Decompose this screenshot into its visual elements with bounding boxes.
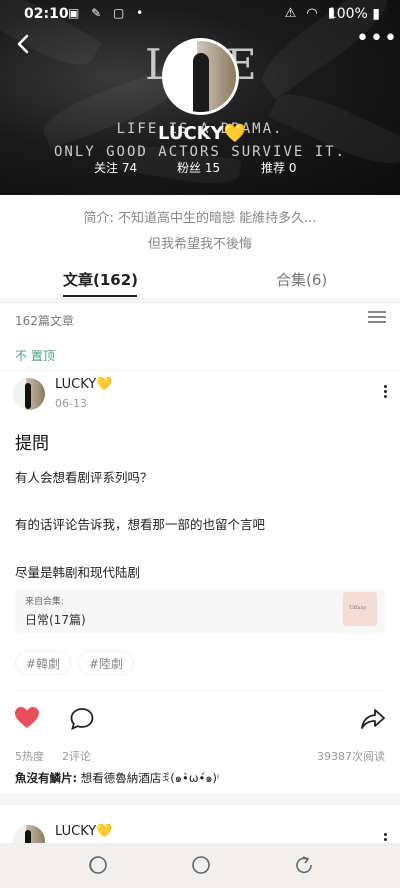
bio-text: 简介: 不知道高中生的暗戀 能維持多久... <box>83 211 317 226</box>
post-author[interactable]: LUCKY💛 <box>55 377 112 392</box>
comment-icon[interactable] <box>70 707 94 731</box>
top-comment-text: 想看德魯納酒店ꉂ(๑•̀ω•́๑)ᵎ <box>77 771 220 785</box>
collection-link[interactable]: 来自合集: 日常(17篇) Tiffany <box>15 589 385 633</box>
bio-section: 简介: 不知道高中生的暗戀 能維持多久... 但我希望我不後悔 文章(162) … <box>0 195 400 298</box>
back-nav-icon[interactable] <box>293 853 317 877</box>
notification-icons: ▣ ✎ ▢ • <box>68 6 148 20</box>
top-comment[interactable]: 魚沒有鱗片: 想看德魯納酒店ꉂ(๑•̀ω•́๑)ᵎ <box>15 770 219 788</box>
heart-icon[interactable] <box>14 706 40 730</box>
system-nav-bar <box>0 843 400 888</box>
article-list-header: 162篇文章 不 置顶 <box>0 302 400 371</box>
yellow-heart-icon: 💛 <box>96 824 113 839</box>
post-date: 06-13 <box>55 397 87 410</box>
collection-from-label: 来自合集: <box>25 597 65 607</box>
tag-chinese-drama[interactable]: #陸劇 <box>78 651 135 675</box>
author-avatar[interactable] <box>13 378 45 410</box>
share-icon[interactable] <box>360 707 386 731</box>
read-count: 39387次阅读 <box>317 750 385 763</box>
divider <box>15 690 385 691</box>
stat-followers[interactable]: 粉丝 15 <box>177 159 220 176</box>
collection-thumbnail: Tiffany <box>343 592 377 626</box>
post-card[interactable]: LUCKY💛 06-13 提問 有人会想看剧评系列吗？ 有的话评论告诉我，想看那… <box>0 371 400 794</box>
yellow-heart-icon: 💛 <box>96 377 113 392</box>
stat-recommend[interactable]: 推荐 0 <box>261 159 296 176</box>
yellow-heart-icon: 💛 <box>223 123 247 144</box>
bio-text-2: 但我希望我不後悔 <box>147 237 252 252</box>
slogan-line-2: ONLY GOOD ACTORS SURVIVE IT. <box>53 144 346 160</box>
tab-collections[interactable]: 合集(6) <box>276 269 327 290</box>
status-time: 02:10 <box>24 6 69 22</box>
profile-name: LUCKY💛 <box>158 123 247 144</box>
post-more-icon[interactable] <box>380 383 390 403</box>
post-card[interactable]: LUCKY💛 <box>0 805 400 857</box>
tab-active-indicator <box>63 295 137 297</box>
comment-count[interactable]: 2评论 <box>62 748 91 764</box>
article-count: 162篇文章 <box>15 314 74 328</box>
tab-articles[interactable]: 文章(162) <box>63 269 138 290</box>
battery-level: 100% ▮ <box>327 6 380 22</box>
heat-count: 5热度 <box>15 750 44 763</box>
post-paragraph: 有人会想看剧评系列吗？ <box>15 470 153 485</box>
status-bar: 02:10 ▣ ✎ ▢ • ⚠ ◠ ▮ 100% ▮ <box>0 0 400 30</box>
back-arrow-icon[interactable] <box>10 30 38 58</box>
home-icon[interactable] <box>189 853 213 877</box>
collection-name: 日常(17篇) <box>25 613 86 627</box>
pinned-label[interactable]: 不 置顶 <box>15 347 55 364</box>
tag-korean-drama[interactable]: #韓劇 <box>15 651 72 675</box>
post-title[interactable]: 提問 <box>15 429 49 454</box>
post-paragraph: 有的话评论告诉我，想看那一部的也留个言吧 <box>15 517 266 532</box>
recent-apps-icon[interactable] <box>86 853 110 877</box>
post-author[interactable]: LUCKY💛 <box>55 824 112 839</box>
profile-avatar[interactable] <box>162 38 239 115</box>
menu-icon[interactable] <box>368 309 386 325</box>
profile-header: 02:10 ▣ ✎ ▢ • ⚠ ◠ ▮ 100% ▮ ••• L E LIFE … <box>0 0 400 195</box>
more-options-icon[interactable]: ••• <box>356 28 397 54</box>
post-paragraph: 尽量是韩剧和现代陆剧 <box>15 565 141 580</box>
stat-following[interactable]: 关注 74 <box>94 159 137 176</box>
top-comment-user: 魚沒有鱗片: <box>15 771 78 785</box>
